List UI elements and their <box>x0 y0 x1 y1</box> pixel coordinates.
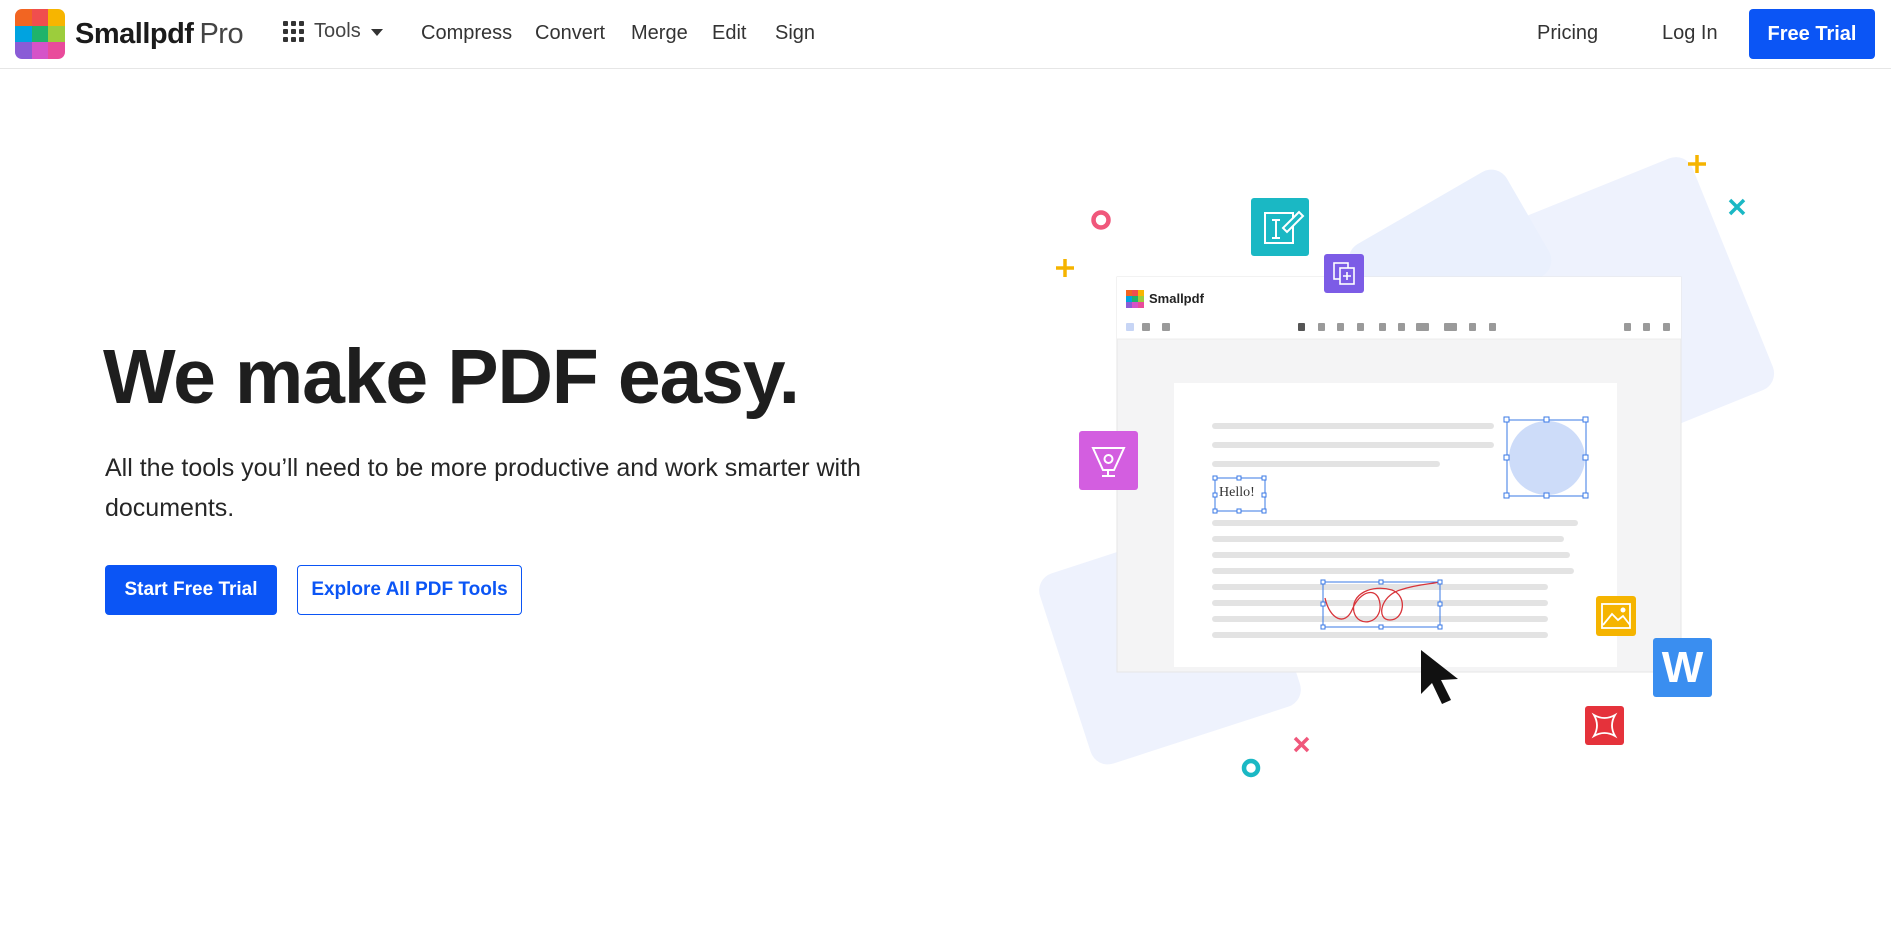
text-box-content: Hello! <box>1219 485 1255 500</box>
tools-menu-button[interactable]: Tools <box>283 20 383 43</box>
nav-link-edit[interactable]: Edit <box>712 22 746 45</box>
tools-menu-label: Tools <box>314 20 361 42</box>
smallpdf-logo-mark <box>15 9 65 59</box>
edit-text-icon <box>1251 198 1309 256</box>
window-app-title: Smallpdf <box>1149 291 1205 306</box>
hero-illustration: Smallpdf Hello! W <box>1039 155 1775 778</box>
add-page-icon <box>1324 254 1364 293</box>
nav-link-login[interactable]: Log In <box>1662 22 1718 45</box>
free-trial-button[interactable]: Free Trial <box>1749 9 1875 59</box>
hero-title: We make PDF easy. <box>103 334 800 420</box>
smallpdf-logo[interactable]: Smallpdf Pro <box>15 9 244 59</box>
nav-link-pricing[interactable]: Pricing <box>1537 22 1598 45</box>
hero-subtitle: All the tools you’ll need to be more pro… <box>105 454 861 522</box>
brand-tier: Pro <box>199 17 244 50</box>
explore-pdf-tools-button[interactable]: Explore All PDF Tools <box>297 565 522 615</box>
resize-icon <box>1585 706 1624 745</box>
pen-nib-icon <box>1079 431 1138 490</box>
word-icon: W <box>1653 638 1712 697</box>
start-free-trial-button[interactable]: Start Free Trial <box>105 565 277 615</box>
image-icon <box>1596 596 1636 636</box>
brand-name: Smallpdf <box>75 17 194 50</box>
nav-link-convert[interactable]: Convert <box>535 22 605 45</box>
nav-link-merge[interactable]: Merge <box>631 22 688 45</box>
nav-link-compress[interactable]: Compress <box>421 22 512 45</box>
window-logo-icon <box>1126 290 1144 308</box>
nav-link-sign[interactable]: Sign <box>775 22 815 45</box>
selected-text-box: Hello! <box>1212 475 1267 514</box>
apps-grid-icon <box>283 21 304 42</box>
word-letter: W <box>1662 643 1704 692</box>
top-navigation-bar: Smallpdf Pro Tools Compress Convert Merge… <box>0 0 1891 69</box>
brand-wordmark: Smallpdf Pro <box>75 17 244 51</box>
chevron-down-icon <box>370 29 383 36</box>
